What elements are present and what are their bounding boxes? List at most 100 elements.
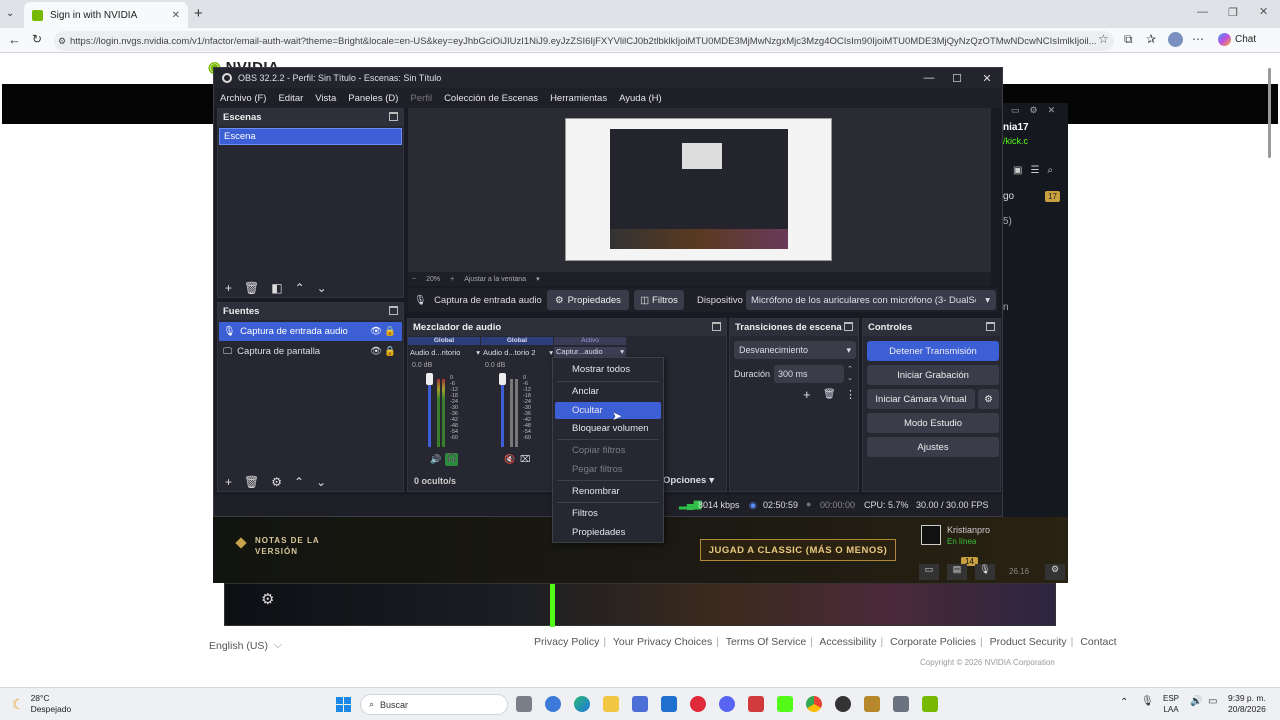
footer-link[interactable]: Your Privacy Choices: [613, 636, 712, 648]
favorites-bar-icon[interactable]: ✰: [1146, 32, 1156, 46]
mixer-options[interactable]: Opciones ▾: [663, 475, 714, 486]
launcher-settings-icon[interactable]: ⚙: [1045, 564, 1065, 580]
scrollbar[interactable]: [1266, 58, 1274, 668]
play-classic-button[interactable]: JUGAD A CLASSIC (MÁS O MENOS): [700, 539, 896, 561]
footer-link[interactable]: Contact: [1080, 636, 1116, 648]
device-select[interactable]: Micrófono de los auriculares con micrófo…: [746, 290, 996, 310]
remove-source-icon[interactable]: 🗑: [244, 475, 259, 489]
kick-icon[interactable]: [777, 696, 793, 712]
favorite-icon[interactable]: ☆: [1098, 32, 1109, 46]
menu-item-paste-filters[interactable]: Pegar filtros: [555, 461, 661, 478]
menu-paneles[interactable]: Paneles (D): [342, 93, 404, 104]
move-down-icon[interactable]: ⌄: [316, 475, 326, 489]
monitor-off-icon[interactable]: ⌧: [520, 454, 530, 465]
tab-actions-icon[interactable]: ⌄: [6, 8, 18, 20]
source-item[interactable]: 🎙 Captura de entrada audio 👁 🔒: [219, 322, 402, 341]
url-field[interactable]: ⚙ https://login.nvgs.nvidia.com/v1/nfact…: [54, 31, 1114, 51]
obs-icon[interactable]: [835, 696, 851, 712]
menu-archivo[interactable]: Archivo (F): [214, 93, 272, 104]
tray-chevron-icon[interactable]: ⌃: [1120, 697, 1128, 708]
language-selector[interactable]: English (US) ⌵: [209, 639, 282, 652]
transition-menu-icon[interactable]: ⋮: [845, 388, 856, 401]
duration-input[interactable]: 300 ms: [774, 365, 844, 383]
taskbar-search[interactable]: ⌕ Buscar: [360, 694, 508, 715]
opera-icon[interactable]: [690, 696, 706, 712]
transition-select[interactable]: Desvanecimiento ▾: [734, 341, 856, 359]
zoom-out-icon[interactable]: −: [412, 276, 416, 283]
weather-widget[interactable]: ☾ 28°C Despejado: [12, 693, 71, 715]
channel-name[interactable]: Audio d...ritorio ▾: [410, 348, 480, 357]
site-info-icon[interactable]: ⚙: [58, 36, 66, 47]
menu-perfil[interactable]: Perfil: [404, 93, 438, 104]
visibility-eye-icon[interactable]: 👁: [370, 346, 382, 357]
scene-filters-icon[interactable]: ◧: [271, 281, 282, 295]
preview-canvas[interactable]: [408, 108, 991, 272]
restore-browser-icon[interactable]: ❐: [1228, 6, 1238, 19]
start-recording-button[interactable]: Iniciar Grabación: [867, 365, 999, 385]
release-notes-link[interactable]: NOTAS DE LA VERSIÓN: [255, 535, 325, 557]
outlook-icon[interactable]: [661, 696, 677, 712]
language-indicator[interactable]: ESP LAA: [1163, 693, 1179, 715]
zoom-level[interactable]: 20%: [426, 276, 440, 283]
chevron-down-icon[interactable]: ▾: [536, 275, 540, 283]
volume-slider-handle[interactable]: [426, 373, 433, 385]
obs-maximize-icon[interactable]: ☐: [942, 68, 972, 88]
visibility-eye-icon[interactable]: 👁: [370, 326, 382, 337]
obs-close-icon[interactable]: ✕: [972, 68, 1002, 88]
reload-icon[interactable]: ↻: [32, 32, 42, 46]
headphones-icon[interactable]: 🎧: [445, 453, 458, 466]
copilot-chat-button[interactable]: Chat: [1218, 33, 1256, 46]
zoom-in-icon[interactable]: +: [450, 276, 454, 283]
footer-link[interactable]: Corporate Policies: [890, 636, 976, 648]
lock-icon[interactable]: 🔒: [384, 326, 396, 337]
menu-vista[interactable]: Vista: [309, 93, 342, 104]
virtual-camera-settings-icon[interactable]: ⚙: [978, 389, 999, 409]
source-item[interactable]: 🖵 Captura de pantalla 👁 🔒: [219, 342, 402, 361]
extensions-icon[interactable]: ⧉: [1124, 32, 1133, 47]
mic-tray-icon[interactable]: 🎙: [1141, 696, 1154, 707]
friend-avatar[interactable]: [921, 525, 941, 545]
store-icon[interactable]: [632, 696, 648, 712]
menu-herramientas[interactable]: Herramientas: [544, 93, 613, 104]
profile-avatar[interactable]: [1168, 32, 1183, 47]
clock[interactable]: 9:39 p. m. 20/8/2026: [1228, 693, 1266, 715]
footer-link[interactable]: Product Security: [990, 636, 1067, 648]
more-icon[interactable]: ⋯: [1192, 32, 1204, 46]
new-tab-icon[interactable]: +: [194, 5, 203, 22]
settings-icon[interactable]: ⚙: [261, 590, 274, 608]
menu-item-lock-volume[interactable]: Bloquear volumen: [555, 420, 661, 437]
close-browser-icon[interactable]: ✕: [1259, 5, 1268, 18]
move-up-icon[interactable]: ⌃: [294, 475, 304, 489]
volume-slider-handle[interactable]: [499, 373, 506, 385]
move-down-icon[interactable]: ⌄: [317, 281, 327, 295]
footer-link[interactable]: Accessibility: [819, 636, 876, 648]
studio-mode-button[interactable]: Modo Estudio: [867, 413, 999, 433]
menu-editar[interactable]: Editar: [272, 93, 309, 104]
settings-button[interactable]: Ajustes: [867, 437, 999, 457]
app-icon[interactable]: [748, 696, 764, 712]
edge-icon[interactable]: [574, 696, 590, 712]
menu-item-properties[interactable]: Propiedades: [555, 524, 661, 541]
volume-slider[interactable]: [428, 375, 431, 447]
menu-coleccion[interactable]: Colección de Escenas: [438, 93, 544, 104]
lock-icon[interactable]: 🔒: [384, 346, 396, 357]
filters-button[interactable]: ◫ Filtros: [634, 290, 684, 310]
browser-tab[interactable]: Sign in with NVIDIA ✕: [24, 2, 188, 28]
move-up-icon[interactable]: ⌃: [295, 281, 305, 295]
back-icon[interactable]: ←: [8, 32, 21, 47]
footer-link[interactable]: Privacy Policy: [534, 636, 599, 648]
footer-link[interactable]: Terms Of Service: [726, 636, 807, 648]
properties-button[interactable]: ⚙ Propiedades: [547, 290, 629, 310]
start-virtual-camera-button[interactable]: Iniciar Cámara Virtual: [867, 389, 975, 409]
volume-slider[interactable]: [501, 375, 504, 447]
menu-item-show-all[interactable]: Mostrar todos: [555, 361, 661, 378]
menu-item-hide[interactable]: Ocultar: [555, 402, 661, 419]
muted-speaker-icon[interactable]: 🔇: [504, 454, 515, 465]
menu-item-copy-filters[interactable]: Copiar filtros: [555, 442, 661, 459]
menu-ayuda[interactable]: Ayuda (H): [613, 93, 668, 104]
add-source-icon[interactable]: +: [225, 475, 232, 489]
launcher-chat-icon[interactable]: ▭: [919, 564, 939, 580]
volume-icon[interactable]: 🔊: [1190, 696, 1202, 707]
remove-scene-icon[interactable]: 🗑: [244, 281, 259, 295]
start-icon[interactable]: [336, 697, 351, 712]
